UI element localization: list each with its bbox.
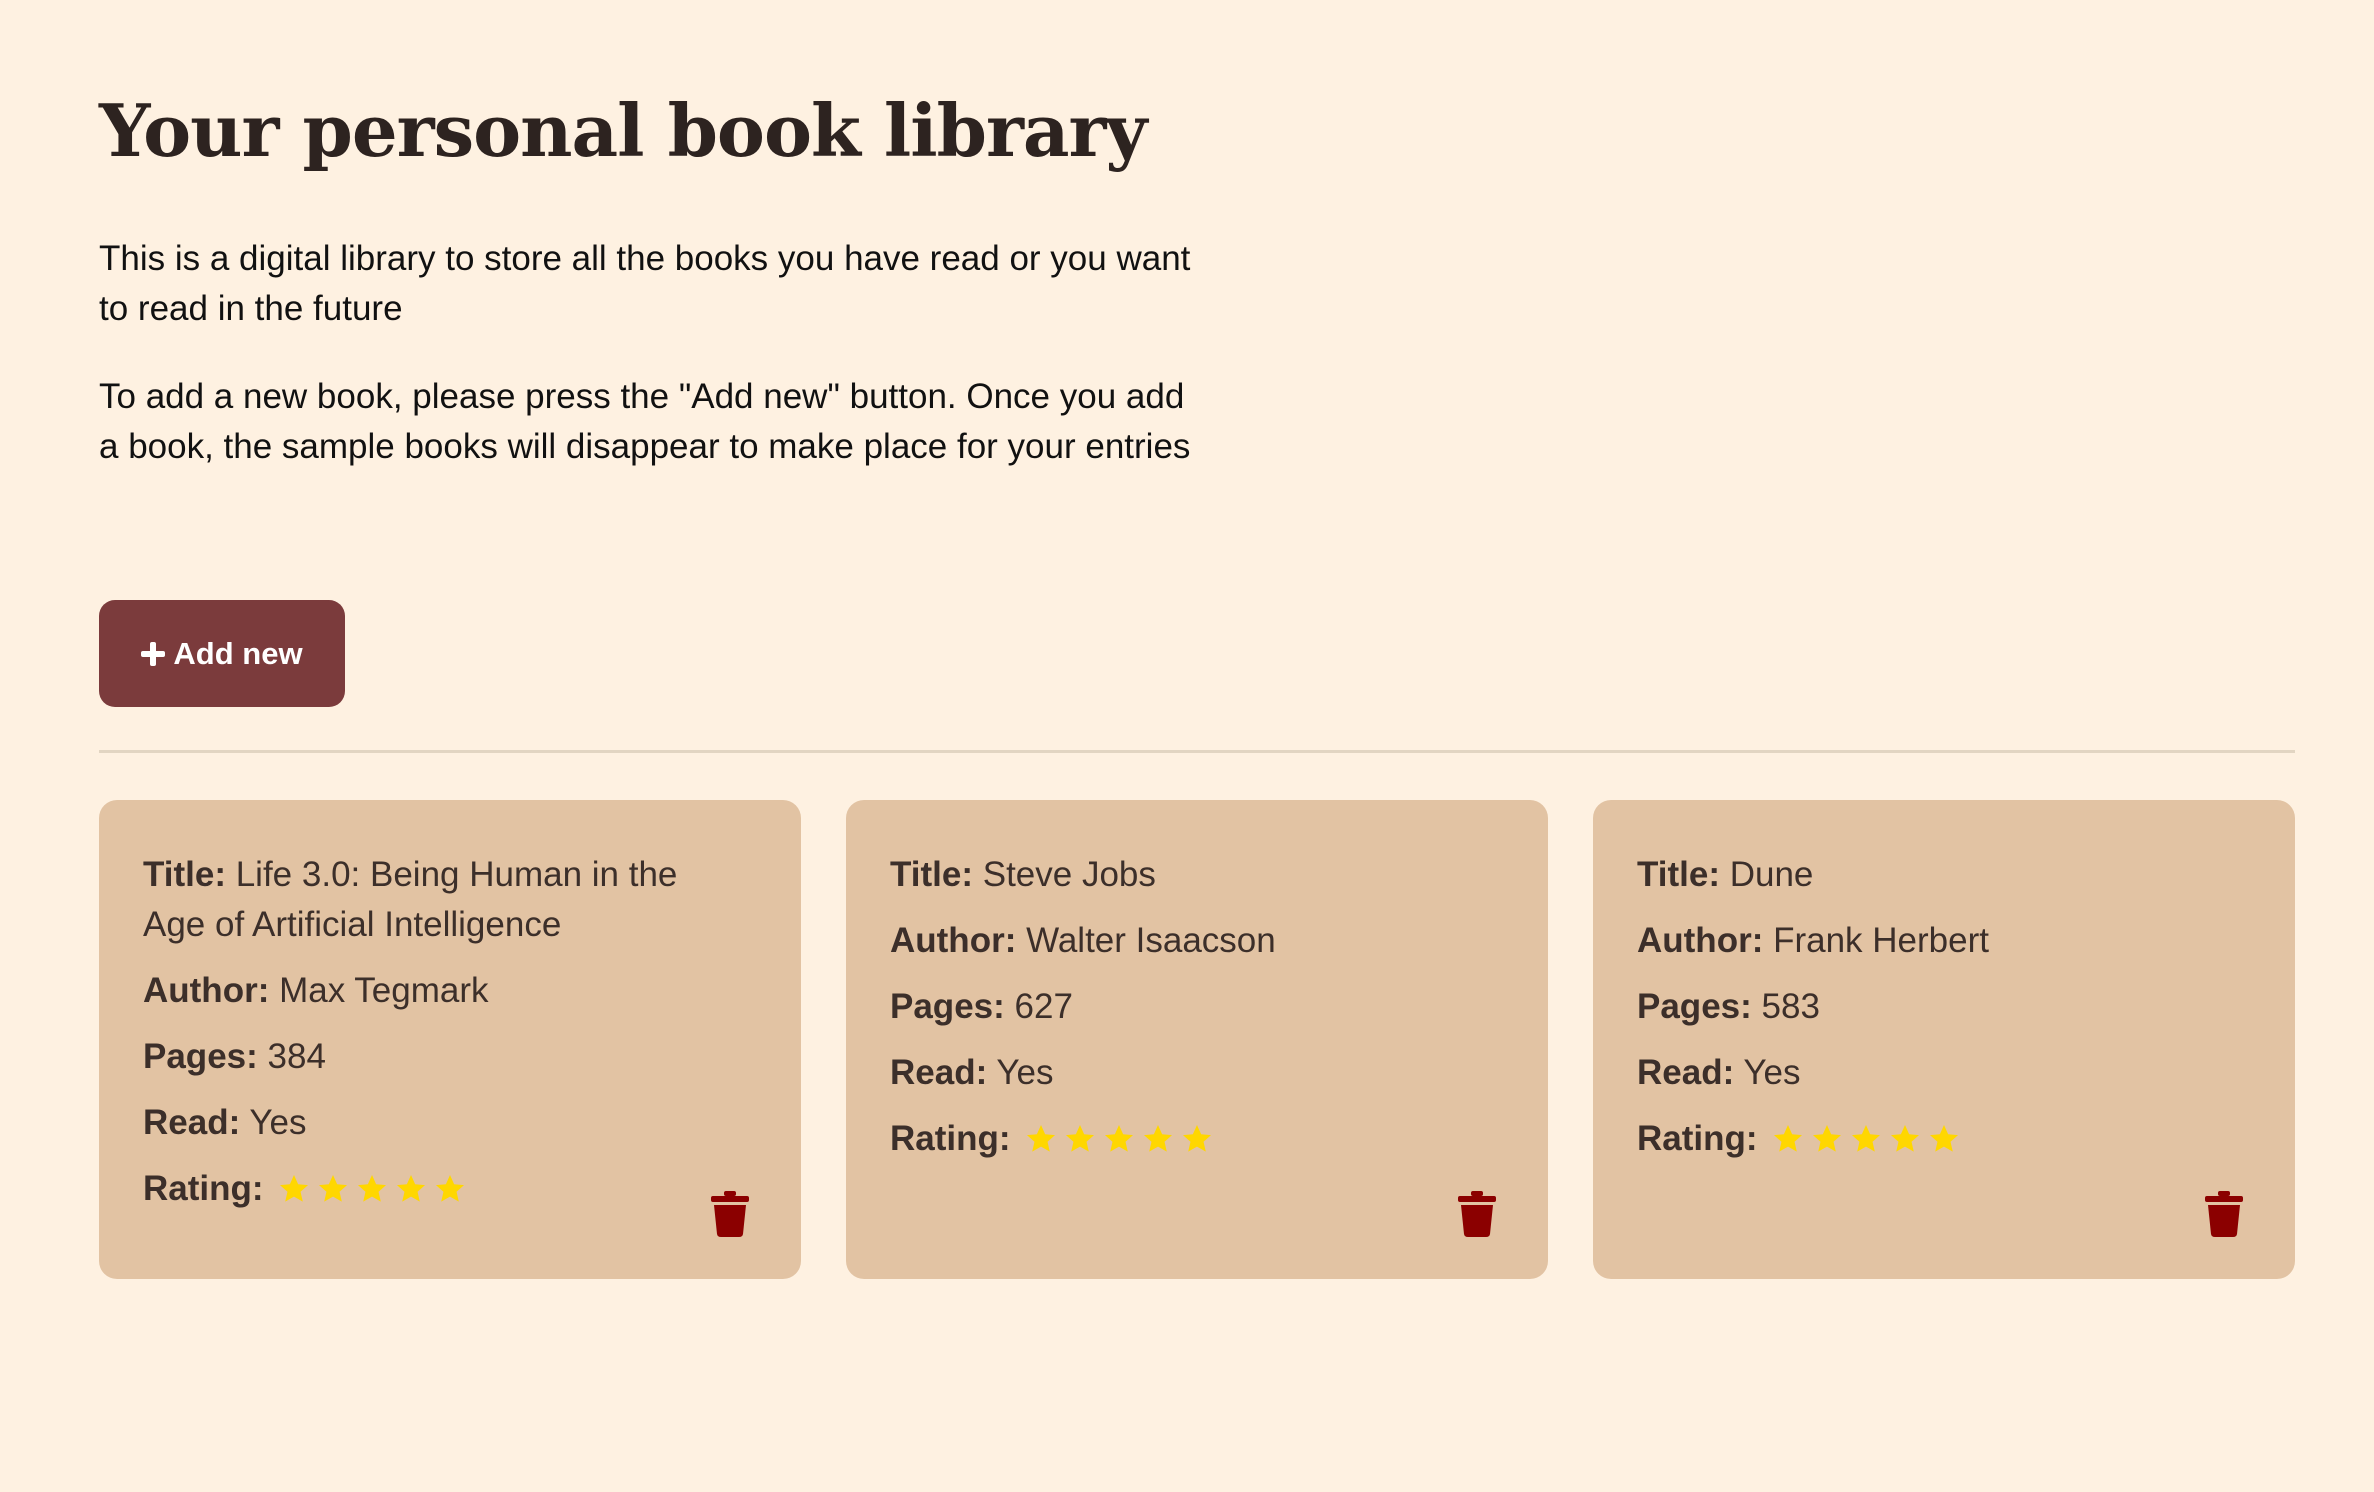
- read-label: Read:: [143, 1103, 241, 1142]
- star-icon: [1103, 1123, 1135, 1155]
- book-read: Read: Yes: [890, 1048, 1430, 1098]
- book-author: Author: Max Tegmark: [143, 966, 683, 1016]
- trash-icon[interactable]: [1458, 1191, 1496, 1237]
- book-pages: Pages: 384: [143, 1032, 683, 1082]
- title-label: Title:: [1637, 855, 1720, 894]
- star-icon: [1025, 1123, 1057, 1155]
- page-title: Your personal book library: [99, 88, 1147, 173]
- author-value: Walter Isaacson: [1026, 921, 1276, 960]
- title-label: Title:: [890, 855, 973, 894]
- book-title: Title: Steve Jobs: [890, 850, 1430, 900]
- book-read: Read: Yes: [1637, 1048, 2177, 1098]
- rating-label: Rating:: [1637, 1119, 1758, 1158]
- book-card: Title: Steve Jobs Author: Walter Isaacso…: [846, 800, 1548, 1279]
- pages-label: Pages:: [890, 987, 1005, 1026]
- rating-stars: [1025, 1123, 1213, 1155]
- book-rating: Rating:: [890, 1114, 1430, 1164]
- add-new-label: Add new: [173, 635, 303, 671]
- author-label: Author:: [890, 921, 1017, 960]
- read-value: Yes: [1743, 1053, 1801, 1092]
- book-rating: Rating:: [1637, 1114, 2177, 1164]
- star-icon: [1850, 1123, 1882, 1155]
- rating-label: Rating:: [890, 1119, 1011, 1158]
- book-title: Title: Dune: [1637, 850, 2177, 900]
- title-value: Dune: [1729, 855, 1814, 894]
- plus-icon: [141, 641, 166, 666]
- book-pages: Pages: 583: [1637, 982, 2177, 1032]
- pages-value: 627: [1014, 987, 1073, 1026]
- pages-value: 384: [267, 1037, 326, 1076]
- book-title: Title: Life 3.0: Being Human in the Age …: [143, 850, 683, 950]
- star-icon: [1142, 1123, 1174, 1155]
- intro-text: This is a digital library to store all t…: [99, 239, 1191, 328]
- author-label: Author:: [143, 971, 270, 1010]
- read-label: Read:: [890, 1053, 988, 1092]
- star-icon: [1772, 1123, 1804, 1155]
- book-author: Author: Frank Herbert: [1637, 916, 2177, 966]
- author-label: Author:: [1637, 921, 1764, 960]
- divider: [99, 750, 2295, 753]
- author-value: Max Tegmark: [279, 971, 489, 1010]
- star-icon: [356, 1173, 388, 1205]
- trash-icon[interactable]: [711, 1191, 749, 1237]
- star-icon: [1811, 1123, 1843, 1155]
- star-icon: [278, 1173, 310, 1205]
- star-icon: [434, 1173, 466, 1205]
- star-icon: [1064, 1123, 1096, 1155]
- read-label: Read:: [1637, 1053, 1735, 1092]
- book-card: Title: Life 3.0: Being Human in the Age …: [99, 800, 801, 1279]
- title-label: Title:: [143, 855, 226, 894]
- star-icon: [395, 1173, 427, 1205]
- add-new-button[interactable]: Add new: [99, 600, 345, 707]
- book-card: Title: Dune Author: Frank Herbert Pages:…: [1593, 800, 2295, 1279]
- instructions-text: To add a new book, please press the "Add…: [99, 377, 1191, 466]
- book-author: Author: Walter Isaacson: [890, 916, 1430, 966]
- trash-icon[interactable]: [2205, 1191, 2243, 1237]
- read-value: Yes: [996, 1053, 1054, 1092]
- pages-value: 583: [1761, 987, 1820, 1026]
- star-icon: [317, 1173, 349, 1205]
- star-icon: [1181, 1123, 1213, 1155]
- book-read: Read: Yes: [143, 1098, 683, 1148]
- read-value: Yes: [249, 1103, 307, 1142]
- star-icon: [1928, 1123, 1960, 1155]
- rating-stars: [278, 1173, 466, 1205]
- rating-label: Rating:: [143, 1169, 264, 1208]
- star-icon: [1889, 1123, 1921, 1155]
- rating-stars: [1772, 1123, 1960, 1155]
- title-value: Steve Jobs: [982, 855, 1156, 894]
- book-rating: Rating:: [143, 1164, 683, 1214]
- pages-label: Pages:: [143, 1037, 258, 1076]
- author-value: Frank Herbert: [1773, 921, 1989, 960]
- book-pages: Pages: 627: [890, 982, 1430, 1032]
- pages-label: Pages:: [1637, 987, 1752, 1026]
- book-list: Title: Life 3.0: Being Human in the Age …: [99, 800, 2295, 1279]
